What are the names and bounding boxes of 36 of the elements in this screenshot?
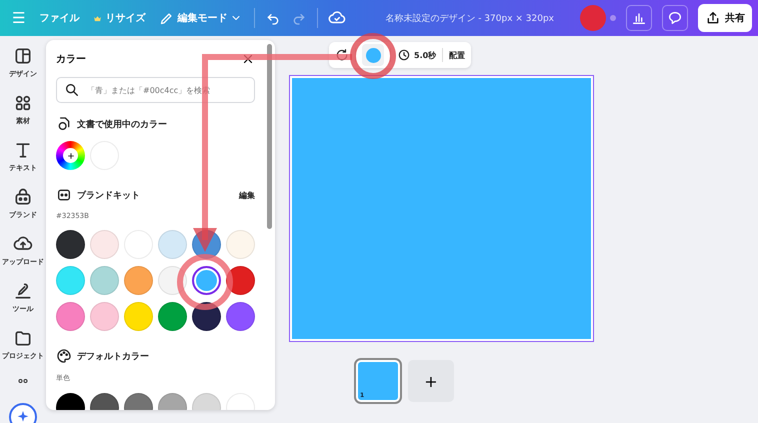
section-title: デフォルトカラー: [77, 350, 149, 362]
document-title: 名称未設定のデザイン - 370px × 320px: [385, 12, 554, 24]
sparkle-icon: [15, 409, 31, 423]
add-color-button[interactable]: [56, 141, 85, 170]
briefcase-icon: [13, 187, 33, 207]
comment-button[interactable]: [662, 5, 688, 31]
color-button[interactable]: [362, 44, 384, 66]
speech-bubble-icon: [667, 10, 683, 26]
palette-icon: [56, 348, 72, 364]
pen-icon: [13, 281, 33, 301]
shapes-icon: [13, 93, 33, 113]
design-canvas[interactable]: [289, 75, 594, 342]
color-swatch[interactable]: [192, 266, 221, 295]
duration-button[interactable]: 5.0秒: [397, 48, 436, 62]
share-button[interactable]: 共有: [698, 4, 752, 32]
section-title: ブランドキット: [77, 189, 140, 202]
magic-button[interactable]: [9, 403, 37, 423]
edit-link[interactable]: 編集: [239, 190, 255, 200]
pencil-icon: [159, 10, 174, 26]
add-page-button[interactable]: +: [408, 360, 454, 402]
section-title: 文書で使用中のカラー: [77, 118, 167, 130]
layout-icon: [13, 46, 33, 66]
search-icon: [64, 82, 80, 98]
highlight-circle: [177, 254, 233, 310]
highlight-circle: [350, 33, 396, 79]
panel-title: カラー: [56, 53, 86, 66]
clock-icon: [397, 48, 411, 62]
analytics-button[interactable]: [626, 5, 652, 31]
brand-kit-icon: [56, 187, 72, 203]
crown-icon: [93, 14, 102, 22]
upload-icon: [705, 10, 721, 26]
plus-icon: [66, 150, 76, 160]
arrange-button[interactable]: 配置: [449, 50, 466, 60]
presence-dot: [610, 15, 616, 21]
document-palette-icon: [56, 116, 72, 132]
rotate-icon[interactable]: [335, 48, 349, 62]
